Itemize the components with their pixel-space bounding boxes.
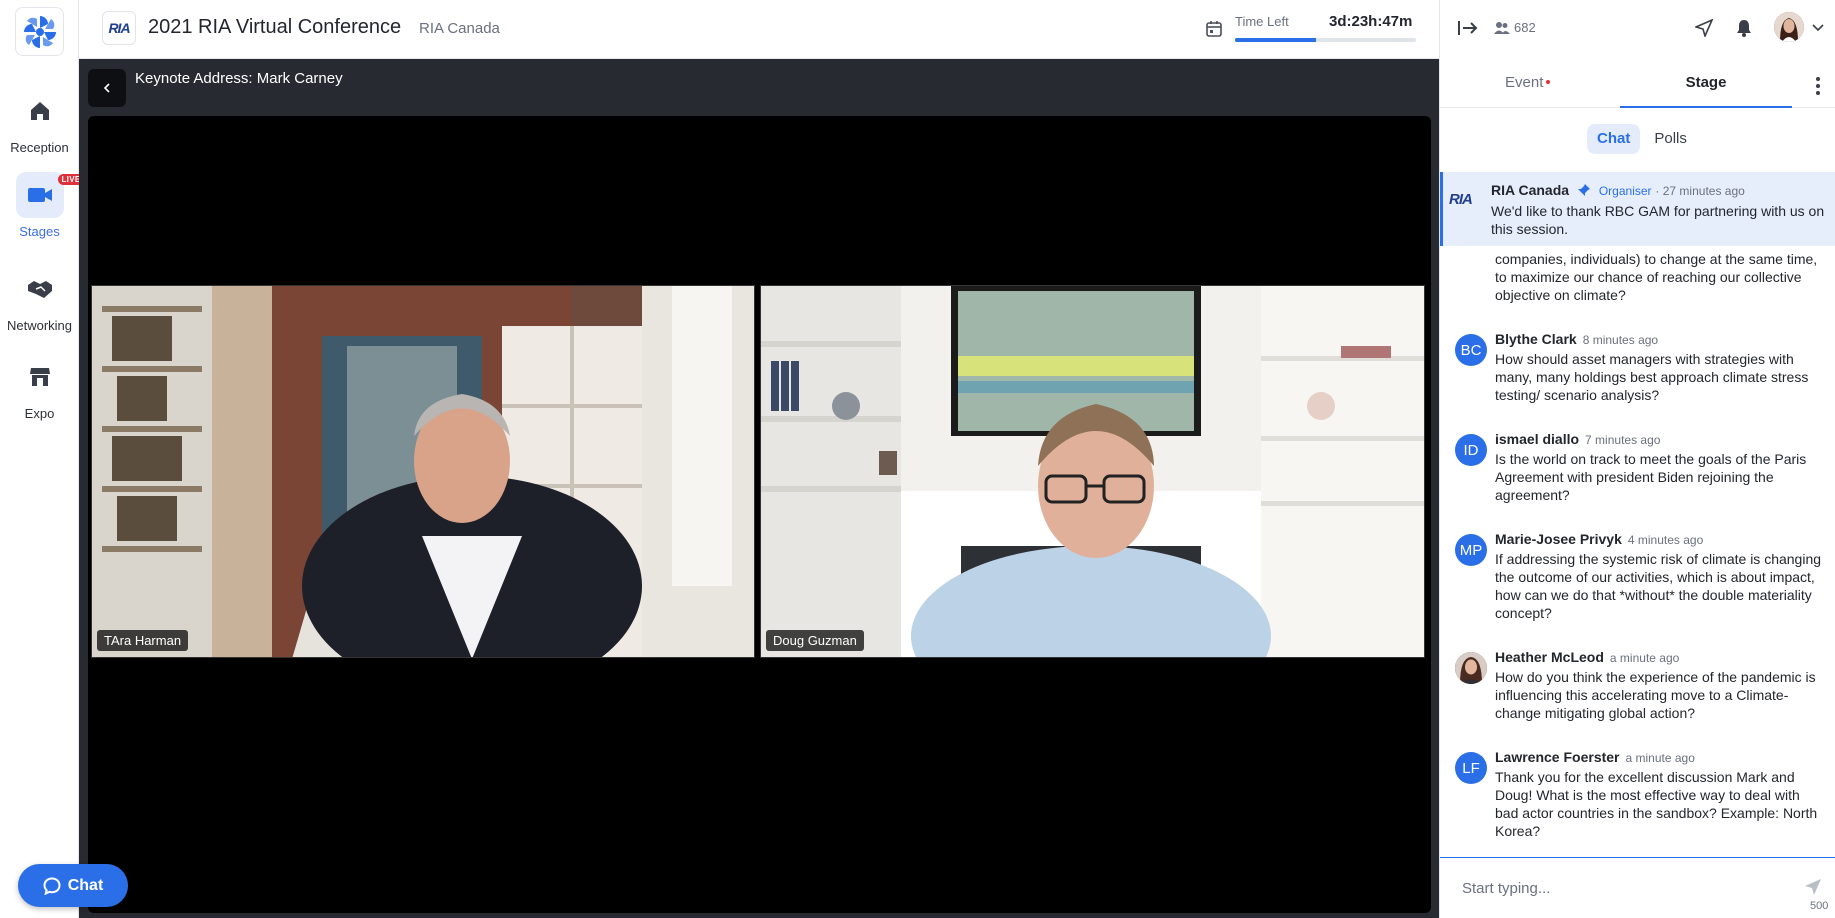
message-text: How should asset managers with strategie… [1495, 351, 1809, 403]
message-author-line: Blythe Clark 8 minutes ago [1495, 331, 1658, 347]
message-author-line: ismael diallo 7 minutes ago [1495, 431, 1660, 447]
notifications-bell-icon[interactable] [1732, 16, 1756, 40]
send-message-icon[interactable] [1804, 878, 1822, 901]
video-player[interactable]: TAra Harman Doug Guzman [88, 116, 1431, 913]
message-time: 4 minutes ago [1627, 533, 1704, 547]
subtab-polls[interactable]: Polls [1644, 124, 1697, 154]
message-text-cutoff: companies, individuals) to change at the… [1495, 251, 1818, 303]
chat-feed[interactable]: companies, individuals) to change at the… [1440, 246, 1835, 858]
message-time: a minute ago [1625, 751, 1695, 765]
pinned-message: RIA RIA Canada Organiser · 27 minutes ag… [1440, 172, 1835, 246]
nav-label: Reception [10, 140, 69, 155]
message-author-line: Lawrence Foerster a minute ago [1495, 749, 1695, 765]
chat-subtabs: Chat Polls [1587, 124, 1697, 154]
time-progress-fill [1235, 38, 1317, 42]
message-author: Heather McLeod [1495, 649, 1604, 665]
back-button[interactable] [88, 69, 126, 107]
home-icon [16, 88, 64, 134]
message-author: Lawrence Foerster [1495, 749, 1620, 765]
send-invite-icon[interactable] [1692, 16, 1716, 40]
pinned-time: · 27 minutes ago [1655, 184, 1745, 198]
chat-input[interactable] [1462, 880, 1782, 897]
chevron-down-icon[interactable] [1806, 16, 1830, 40]
message-author-line: Heather McLeod a minute ago [1495, 649, 1679, 665]
participant-name-tag: TAra Harman [97, 630, 189, 651]
participant-video-tile[interactable]: TAra Harman [91, 285, 755, 658]
nav-label: Expo [24, 406, 55, 421]
participant-name-tag: Doug Guzman [766, 630, 864, 651]
message-author: ismael diallo [1495, 431, 1580, 447]
tab-event-label: Event [1505, 74, 1544, 91]
conference-logo: RIA [102, 11, 136, 45]
character-limit: 500 [1810, 900, 1829, 912]
tab-stage[interactable]: Stage [1620, 62, 1792, 108]
message-time: a minute ago [1609, 651, 1680, 665]
pinwheel-logo-icon [23, 15, 56, 48]
organizer-name: RIA Canada [419, 20, 500, 37]
avatar: BC [1455, 334, 1487, 366]
avatar [1455, 652, 1487, 684]
panel-toolbar: 682 [1440, 0, 1835, 56]
nav-label: Stages [19, 224, 60, 239]
message-text: How do you think the experience of the p… [1495, 669, 1816, 721]
time-left-value: 3d:23h:47m [1329, 13, 1413, 30]
top-bar: RIA 2021 RIA Virtual Conference RIA Cana… [79, 0, 1439, 59]
attendees-icon [1490, 16, 1514, 40]
message-text: Thank you for the excellent discussion M… [1495, 769, 1818, 839]
app-logo[interactable] [15, 7, 64, 56]
calendar-icon[interactable] [1201, 16, 1227, 42]
video-camera-icon: LIVE [15, 172, 85, 218]
chevron-left-icon [103, 83, 110, 93]
pinned-author-line: RIA Canada Organiser · 27 minutes ago [1491, 182, 1745, 198]
conference-title: 2021 RIA Virtual Conference [148, 16, 402, 38]
time-left-label: Time Left [1235, 14, 1289, 29]
pinned-author: RIA Canada [1491, 182, 1570, 198]
session-title: Keynote Address: Mark Carney [135, 70, 343, 87]
booth-icon [16, 354, 64, 400]
chat-bubble-icon [43, 876, 61, 895]
nav-item-stages[interactable]: LIVE Stages [0, 172, 85, 239]
organiser-role: Organiser [1598, 184, 1652, 198]
user-avatar[interactable] [1774, 12, 1804, 42]
message-author: Marie-Josee Privyk [1495, 531, 1622, 547]
message-text: Is the world on track to meet the goals … [1495, 451, 1807, 503]
message-author: Blythe Clark [1495, 331, 1577, 347]
pin-icon [1577, 184, 1590, 196]
subtab-chat[interactable]: Chat [1587, 124, 1641, 154]
participant-video [761, 286, 1424, 657]
unread-dot [1546, 80, 1551, 84]
collapse-panel-icon[interactable] [1456, 16, 1480, 40]
chat-button-label: Chat [67, 876, 104, 894]
nav-item-expo[interactable]: Expo [0, 354, 79, 421]
left-nav: Reception LIVE Stages Networking Expo [0, 0, 85, 918]
message-time: 7 minutes ago [1585, 433, 1661, 447]
message-author-line: Marie-Josee Privyk 4 minutes ago [1495, 531, 1703, 547]
chat-composer [1440, 857, 1835, 918]
avatar: LF [1455, 752, 1487, 784]
pinned-text: We'd like to thank RBC GAM for partnerin… [1491, 203, 1825, 237]
message-text: If addressing the systemic risk of clima… [1495, 551, 1822, 621]
chat-button[interactable]: Chat [18, 864, 128, 907]
nav-item-networking[interactable]: Networking [0, 266, 79, 333]
participant-video-tile[interactable]: Doug Guzman [760, 285, 1425, 658]
more-options-icon[interactable] [1808, 74, 1828, 98]
tab-event[interactable]: Event [1505, 74, 1551, 91]
panel-tabs: Event Stage [1440, 62, 1835, 108]
stage-area: Keynote Address: Mark Carney TAra Harman… [79, 59, 1439, 918]
message-time: 8 minutes ago [1582, 333, 1659, 347]
attendee-count: 682 [1514, 20, 1536, 35]
organiser-avatar: RIA [1449, 191, 1473, 208]
nav-label: Networking [6, 318, 73, 333]
nav-item-reception[interactable]: Reception [0, 88, 79, 155]
participant-video [92, 286, 754, 657]
avatar: ID [1455, 434, 1487, 466]
right-panel: 682 Event Stage Chat Polls RIA RIA Canad… [1439, 0, 1835, 918]
handshake-icon [16, 266, 64, 312]
time-progress-bar [1235, 38, 1416, 42]
avatar: MP [1455, 534, 1487, 566]
